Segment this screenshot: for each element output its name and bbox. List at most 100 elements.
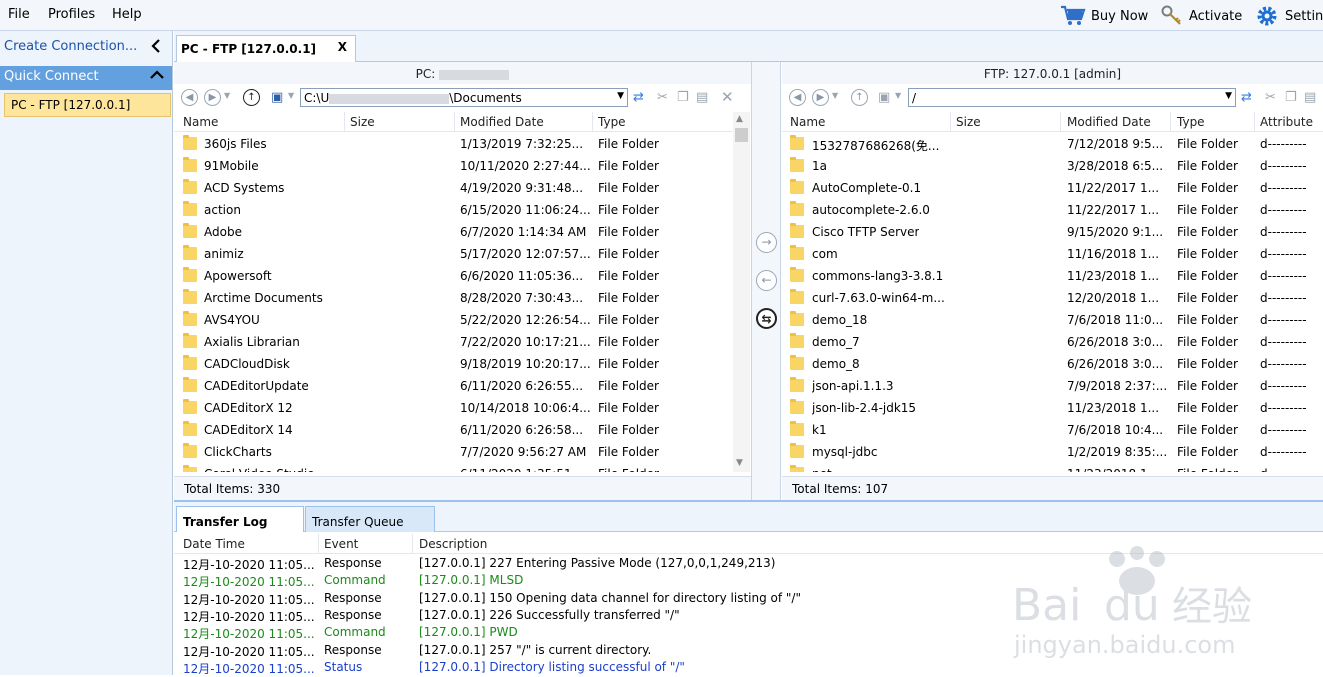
up-icon[interactable]: ↑ bbox=[851, 89, 868, 106]
cut-icon[interactable]: ✂ bbox=[657, 90, 668, 105]
table-row[interactable]: Arctime Documents 8/28/2020 7:30:43... Fil… bbox=[174, 287, 732, 309]
table-row[interactable]: 1532787686268(免... 7/12/2018 9:5... File F… bbox=[782, 133, 1323, 155]
server-dropdown-icon[interactable]: ▼ bbox=[895, 91, 901, 100]
table-row[interactable]: autocomplete-2.6.0 11/22/2017 1... File Fo… bbox=[782, 199, 1323, 221]
chevron-up-icon[interactable] bbox=[150, 69, 164, 81]
history-dropdown-icon[interactable]: ▼ bbox=[832, 91, 838, 100]
quick-connect-item[interactable]: PC - FTP [127.0.0.1] bbox=[4, 93, 171, 117]
table-row[interactable]: ClickCharts 7/7/2020 9:56:27 AM File Folde… bbox=[174, 441, 732, 463]
folder-icon bbox=[183, 399, 197, 414]
column-event[interactable]: Event bbox=[324, 537, 358, 551]
table-row[interactable]: animiz 5/17/2020 12:07:57... File Folder bbox=[174, 243, 732, 265]
remote-total-items: Total Items: 107 bbox=[782, 476, 1323, 500]
table-row[interactable]: Apowersoft 6/6/2020 11:05:36... File Folde… bbox=[174, 265, 732, 287]
table-row[interactable]: demo_7 6/26/2018 3:0... File Folder d------… bbox=[782, 331, 1323, 353]
back-icon[interactable]: ◀ bbox=[789, 89, 806, 106]
paste-icon[interactable]: ▤ bbox=[1304, 90, 1316, 105]
table-row[interactable]: json-lib-2.4-jdk15 11/23/2018 1... File Fo… bbox=[782, 397, 1323, 419]
history-dropdown-icon[interactable]: ▼ bbox=[224, 91, 230, 100]
table-row[interactable]: demo_18 7/6/2018 11:0... File Folder d-----… bbox=[782, 309, 1323, 331]
column-size[interactable]: Size bbox=[350, 115, 375, 129]
drive-dropdown-icon[interactable]: ▼ bbox=[288, 91, 294, 100]
activate-button[interactable]: Activate bbox=[1160, 4, 1242, 28]
copy-icon[interactable]: ❐ bbox=[1285, 90, 1297, 105]
quick-connect-header[interactable]: Quick Connect bbox=[0, 66, 172, 90]
drive-icon[interactable]: ▣ bbox=[271, 90, 283, 105]
file-modified-date: 6/11/2020 6:26:58... bbox=[460, 423, 584, 437]
remote-file-list: Name Size Modified Date Type Attribute 1… bbox=[782, 112, 1323, 472]
table-row[interactable]: Axialis Librarian 7/22/2020 10:17:21... Fi… bbox=[174, 331, 732, 353]
download-arrow-icon[interactable]: ← bbox=[756, 270, 777, 291]
column-date-time[interactable]: Date Time bbox=[183, 537, 245, 551]
table-row[interactable]: com 11/16/2018 1... File Folder d--------- bbox=[782, 243, 1323, 265]
column-modified-date[interactable]: Modified Date bbox=[1067, 115, 1151, 129]
settings-button[interactable]: Setting bbox=[1254, 4, 1323, 28]
table-row[interactable]: 91Mobile 10/11/2020 2:27:44... File Folder bbox=[174, 155, 732, 177]
local-path-input[interactable]: C:\U \Documents ▼ bbox=[300, 88, 628, 107]
table-row[interactable]: 1a 3/28/2018 6:5... File Folder d--------- bbox=[782, 155, 1323, 177]
tab-transfer-queue[interactable]: Transfer Queue bbox=[305, 506, 435, 533]
table-row[interactable]: CADCloudDisk 9/18/2019 10:20:17... File Fo… bbox=[174, 353, 732, 375]
column-size[interactable]: Size bbox=[956, 115, 981, 129]
forward-icon[interactable]: ▶ bbox=[204, 89, 221, 106]
back-icon[interactable]: ◀ bbox=[181, 89, 198, 106]
table-row[interactable]: ACD Systems 4/19/2020 9:31:48... File Fold… bbox=[174, 177, 732, 199]
menu-file[interactable]: File bbox=[8, 7, 30, 22]
chevron-left-icon[interactable] bbox=[150, 39, 162, 53]
menu-profiles[interactable]: Profiles bbox=[48, 7, 95, 22]
table-row[interactable]: Corel Video Studio 6/11/2020 1:35:51... Fi… bbox=[174, 463, 732, 472]
refresh-icon[interactable]: ⇄ bbox=[633, 90, 644, 105]
path-dropdown-icon[interactable]: ▼ bbox=[617, 91, 624, 101]
column-description[interactable]: Description bbox=[419, 537, 487, 551]
table-row[interactable]: CADEditorX 12 10/14/2018 10:06:4... File F… bbox=[174, 397, 732, 419]
delete-icon[interactable]: ✕ bbox=[721, 88, 734, 106]
remote-path-input[interactable]: / ▼ bbox=[908, 88, 1236, 107]
close-tab-button[interactable]: X bbox=[338, 40, 347, 54]
file-modified-date: 7/6/2018 10:4... bbox=[1067, 423, 1164, 437]
server-icon[interactable]: ▣ bbox=[878, 90, 890, 105]
file-name: demo_18 bbox=[812, 313, 868, 327]
table-row[interactable]: mysql-jdbc 1/2/2019 8:35:... File Folder d-… bbox=[782, 441, 1323, 463]
forward-icon[interactable]: ▶ bbox=[812, 89, 829, 106]
column-name[interactable]: Name bbox=[183, 115, 218, 129]
file-modified-date: 6/15/2020 11:06:24... bbox=[460, 203, 591, 217]
paste-icon[interactable]: ▤ bbox=[696, 90, 708, 105]
column-attribute[interactable]: Attribute bbox=[1260, 115, 1313, 129]
table-row[interactable]: commons-lang3-3.8.1 11/23/2018 1... File F… bbox=[782, 265, 1323, 287]
copy-icon[interactable]: ❐ bbox=[677, 90, 689, 105]
table-row[interactable]: AVS4YOU 5/22/2020 12:26:54... File Folder bbox=[174, 309, 732, 331]
table-row[interactable]: CADEditorX 14 6/11/2020 6:26:58... File Fo… bbox=[174, 419, 732, 441]
folder-icon bbox=[183, 267, 197, 282]
sync-icon[interactable]: ⇆ bbox=[756, 308, 777, 329]
menu-help[interactable]: Help bbox=[112, 7, 142, 22]
table-row[interactable]: json-api.1.1.3 7/9/2018 2:37:... File Fold… bbox=[782, 375, 1323, 397]
table-row[interactable]: AutoComplete-0.1 11/22/2017 1... File Fold… bbox=[782, 177, 1323, 199]
column-type[interactable]: Type bbox=[598, 115, 626, 129]
scroll-thumb[interactable] bbox=[735, 128, 748, 142]
table-row[interactable]: 360js Files 1/13/2019 7:32:25... File Fold… bbox=[174, 133, 732, 155]
table-row[interactable]: CADEditorUpdate 6/11/2020 6:26:55... File … bbox=[174, 375, 732, 397]
tab-pc-ftp[interactable]: PC - FTP [127.0.0.1] X bbox=[176, 35, 356, 62]
cut-icon[interactable]: ✂ bbox=[1265, 90, 1276, 105]
column-name[interactable]: Name bbox=[790, 115, 825, 129]
file-modified-date: 9/15/2020 9:1... bbox=[1067, 225, 1164, 239]
path-dropdown-icon[interactable]: ▼ bbox=[1225, 91, 1232, 101]
table-row[interactable]: action 6/15/2020 11:06:24... File Folder bbox=[174, 199, 732, 221]
buy-now-button[interactable]: Buy Now bbox=[1060, 4, 1148, 28]
column-type[interactable]: Type bbox=[1177, 115, 1205, 129]
table-row[interactable]: Adobe 6/7/2020 1:14:34 AM File Folder bbox=[174, 221, 732, 243]
file-type: File Folder bbox=[598, 181, 659, 195]
folder-icon bbox=[183, 201, 197, 216]
local-vertical-scrollbar[interactable]: ▲ ▼ bbox=[733, 112, 750, 472]
up-icon[interactable]: ↑ bbox=[243, 89, 260, 106]
table-row[interactable]: demo_8 6/26/2018 3:0... File Folder d------… bbox=[782, 353, 1323, 375]
refresh-icon[interactable]: ⇄ bbox=[1241, 90, 1252, 105]
tab-transfer-log[interactable]: Transfer Log bbox=[176, 506, 304, 533]
table-row[interactable]: net 11/23/2018 1... File Folder d--------- bbox=[782, 463, 1323, 472]
table-row[interactable]: curl-7.63.0-win64-m... 12/20/2018 1... Fil… bbox=[782, 287, 1323, 309]
table-row[interactable]: Cisco TFTP Server 9/15/2020 9:1... File Fo… bbox=[782, 221, 1323, 243]
create-connection-link[interactable]: Create Connection... bbox=[0, 35, 172, 61]
table-row[interactable]: k1 7/6/2018 10:4... File Folder d--------- bbox=[782, 419, 1323, 441]
upload-arrow-icon[interactable]: → bbox=[756, 232, 777, 253]
column-modified-date[interactable]: Modified Date bbox=[460, 115, 544, 129]
